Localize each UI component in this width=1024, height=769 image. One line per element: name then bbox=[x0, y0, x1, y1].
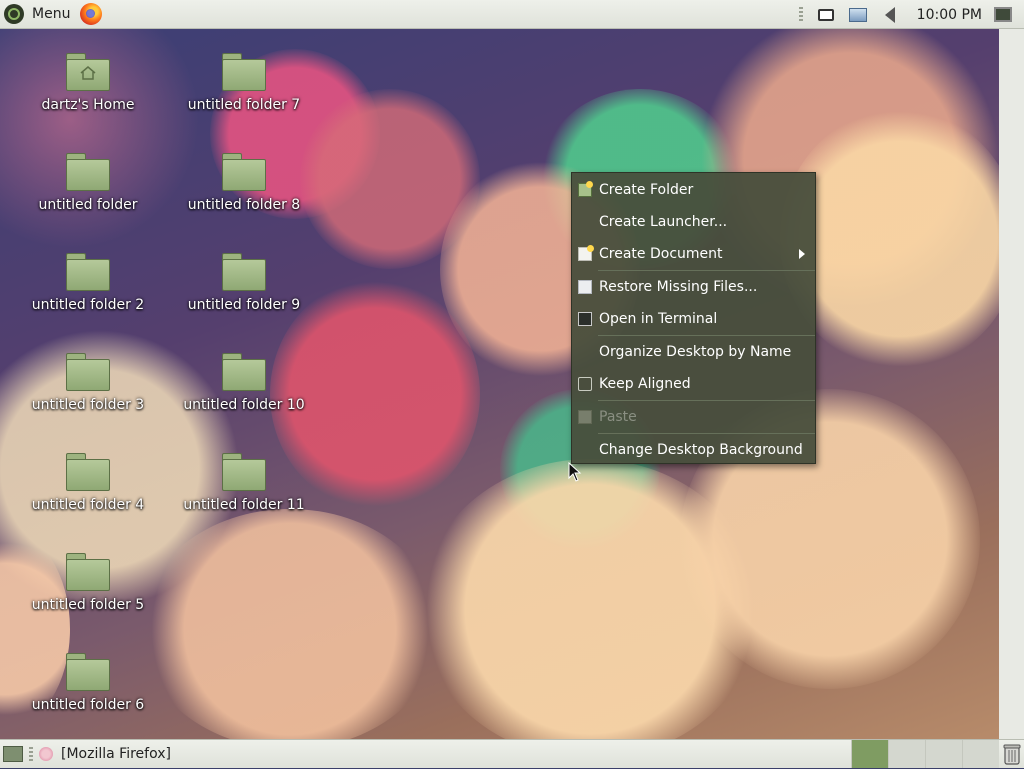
document-restore-icon bbox=[578, 280, 592, 294]
desktop-edge bbox=[999, 29, 1024, 739]
folder-icon bbox=[66, 253, 110, 291]
menu-item-change-background[interactable]: Change Desktop Background bbox=[572, 434, 815, 466]
folder-icon bbox=[66, 153, 110, 191]
bottom-panel: [Mozilla Firefox] bbox=[0, 739, 1024, 768]
menu-button[interactable]: Menu bbox=[0, 0, 76, 29]
top-panel: Menu 10:00 PM bbox=[0, 0, 1024, 29]
trash-icon[interactable] bbox=[1003, 743, 1021, 765]
folder-icon bbox=[222, 153, 266, 191]
workspace-1[interactable] bbox=[851, 740, 888, 768]
menu-item-label: Create Document bbox=[599, 246, 723, 262]
folder-icon bbox=[222, 453, 266, 491]
card-reader-icon[interactable] bbox=[815, 5, 837, 25]
desktop-icon-label: untitled folder 7 bbox=[187, 97, 301, 113]
menu-item-organize-desktop[interactable]: Organize Desktop by Name bbox=[572, 336, 815, 368]
menu-item-create-launcher[interactable]: Create Launcher... bbox=[572, 206, 815, 238]
workspace-3[interactable] bbox=[925, 740, 962, 768]
checkbox-icon[interactable] bbox=[578, 377, 592, 391]
monitor-icon[interactable] bbox=[992, 5, 1014, 25]
desktop-icon-folder[interactable]: untitled folder 5 bbox=[23, 553, 153, 613]
desktop-icon-label: untitled folder 10 bbox=[183, 397, 305, 413]
desktop-icon-home[interactable]: dartz's Home bbox=[23, 53, 153, 113]
menu-item-label: Create Launcher... bbox=[599, 214, 728, 230]
system-tray: 10:00 PM bbox=[798, 0, 1024, 29]
desktop-icon-folder[interactable]: untitled folder 3 bbox=[23, 353, 153, 413]
desktop-icon-label: untitled folder 8 bbox=[187, 197, 301, 213]
menu-item-create-document[interactable]: Create Document bbox=[572, 238, 815, 270]
menu-label: Menu bbox=[32, 6, 71, 22]
desktop-icon-folder[interactable]: untitled folder 7 bbox=[179, 53, 309, 113]
mint-logo-icon bbox=[4, 4, 24, 24]
desktop-icon-folder[interactable]: untitled folder 10 bbox=[179, 353, 309, 413]
panel-grip[interactable] bbox=[29, 747, 33, 761]
firefox-icon bbox=[39, 747, 53, 761]
taskbar-window-title: [Mozilla Firefox] bbox=[61, 746, 171, 762]
menu-item-open-in-terminal[interactable]: Open in Terminal bbox=[572, 303, 815, 335]
workspace-2[interactable] bbox=[888, 740, 925, 768]
menu-item-label: Open in Terminal bbox=[599, 311, 718, 327]
desktop-icon-folder[interactable]: untitled folder 11 bbox=[179, 453, 309, 513]
folder-icon bbox=[66, 353, 110, 391]
submenu-arrow-icon bbox=[799, 249, 805, 259]
desktop-icon-label: dartz's Home bbox=[41, 97, 135, 113]
desktop-icon-folder[interactable]: untitled folder 6 bbox=[23, 653, 153, 713]
clock[interactable]: 10:00 PM bbox=[917, 7, 982, 23]
new-document-icon bbox=[578, 245, 594, 261]
desktop-icon-label: untitled folder 9 bbox=[187, 297, 301, 313]
network-icon[interactable] bbox=[847, 5, 869, 25]
paste-icon bbox=[578, 410, 592, 424]
folder-icon bbox=[222, 253, 266, 291]
firefox-icon[interactable] bbox=[80, 3, 103, 25]
folder-icon bbox=[222, 353, 266, 391]
menu-item-label: Restore Missing Files... bbox=[599, 279, 758, 295]
desktop-icon-folder[interactable]: untitled folder 2 bbox=[23, 253, 153, 313]
show-desktop-icon[interactable] bbox=[3, 746, 23, 762]
new-folder-icon bbox=[578, 181, 593, 197]
desktop-icon-label: untitled folder 11 bbox=[183, 497, 305, 513]
desktop-icon-label: untitled folder 6 bbox=[31, 697, 145, 713]
desktop-icon-folder[interactable]: untitled folder bbox=[23, 153, 153, 213]
menu-item-create-folder[interactable]: Create Folder bbox=[572, 174, 815, 206]
menu-item-label: Create Folder bbox=[599, 182, 694, 198]
desktop-context-menu: Create Folder Create Launcher... Create … bbox=[571, 172, 816, 464]
desktop-icon-label: untitled folder 3 bbox=[31, 397, 145, 413]
desktop-icon-label: untitled folder bbox=[38, 197, 138, 213]
desktop[interactable]: dartz's Home untitled folder untitled fo… bbox=[0, 29, 999, 739]
menu-item-paste: Paste bbox=[572, 401, 815, 433]
desktop-icon-label: untitled folder 4 bbox=[31, 497, 145, 513]
desktop-icon-folder[interactable]: untitled folder 8 bbox=[179, 153, 309, 213]
menu-item-label: Change Desktop Background bbox=[599, 442, 803, 458]
menu-item-restore-missing-files[interactable]: Restore Missing Files... bbox=[572, 271, 815, 303]
taskbar-window-button[interactable]: [Mozilla Firefox] bbox=[39, 740, 177, 769]
workspace-4[interactable] bbox=[962, 740, 999, 768]
desktop-icon-folder[interactable]: untitled folder 4 bbox=[23, 453, 153, 513]
folder-icon bbox=[66, 553, 110, 591]
folder-icon bbox=[66, 653, 110, 691]
folder-icon bbox=[66, 453, 110, 491]
desktop-icon-label: untitled folder 5 bbox=[31, 597, 145, 613]
home-folder-icon bbox=[66, 53, 110, 91]
workspace-switcher bbox=[851, 740, 999, 768]
mouse-pointer-icon bbox=[568, 462, 582, 482]
folder-icon bbox=[222, 53, 266, 91]
terminal-icon bbox=[578, 312, 592, 326]
panel-grip[interactable] bbox=[798, 6, 803, 23]
volume-icon[interactable] bbox=[879, 5, 901, 25]
menu-item-label: Keep Aligned bbox=[599, 376, 691, 392]
menu-item-label: Paste bbox=[599, 409, 637, 425]
desktop-icon-folder[interactable]: untitled folder 9 bbox=[179, 253, 309, 313]
menu-item-label: Organize Desktop by Name bbox=[599, 344, 792, 360]
desktop-icon-label: untitled folder 2 bbox=[31, 297, 145, 313]
menu-item-keep-aligned[interactable]: Keep Aligned bbox=[572, 368, 815, 400]
